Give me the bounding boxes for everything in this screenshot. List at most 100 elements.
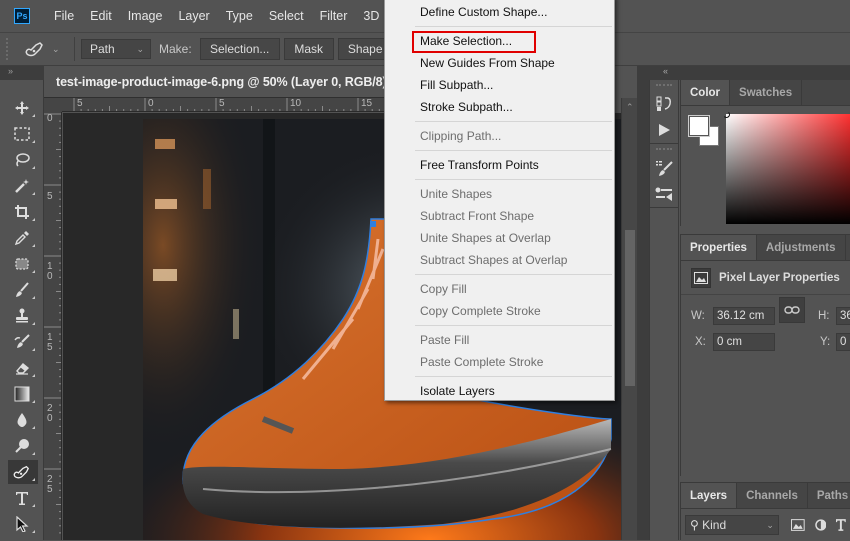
color-picker-cursor[interactable] bbox=[723, 111, 730, 118]
menu-type[interactable]: Type bbox=[218, 9, 261, 23]
magic-wand-icon bbox=[15, 179, 29, 193]
type-tool[interactable] bbox=[0, 485, 44, 511]
link-dimensions-button[interactable] bbox=[779, 297, 805, 323]
options-grip[interactable] bbox=[6, 38, 12, 60]
menu-item-copy-complete-stroke[interactable]: Copy Complete Stroke bbox=[385, 300, 614, 322]
eyedropper-tool[interactable] bbox=[0, 225, 44, 251]
menu-3d[interactable]: 3D bbox=[355, 9, 387, 23]
height-input[interactable]: 36.12 cm bbox=[836, 307, 850, 325]
lasso-tool[interactable] bbox=[0, 147, 44, 173]
tool-preset-picker[interactable]: ⌄ bbox=[24, 40, 68, 58]
highlight-box bbox=[412, 31, 536, 53]
lasso-icon bbox=[16, 153, 30, 167]
menu-item-unite-shapes[interactable]: Unite Shapes bbox=[385, 183, 614, 205]
mode-select[interactable]: Path ⌄ bbox=[81, 39, 151, 59]
brush-tool[interactable] bbox=[0, 277, 44, 303]
tab-channels[interactable]: Channels bbox=[737, 483, 808, 508]
document-title: test-image-product-image-6.png @ 50% (La… bbox=[56, 74, 384, 89]
menu-item-stroke-subpath[interactable]: Stroke Subpath... bbox=[385, 96, 614, 118]
filter-adjustment-icon[interactable] bbox=[814, 519, 827, 531]
menu-item-make-selection[interactable]: Make Selection... bbox=[385, 30, 614, 53]
menu-item-copy-fill[interactable]: Copy Fill bbox=[385, 278, 614, 300]
menu-select[interactable]: Select bbox=[261, 9, 312, 23]
menu-item-new-guides-from-shape[interactable]: New Guides From Shape bbox=[385, 52, 614, 74]
panel-collapse[interactable]: « bbox=[649, 66, 850, 80]
magic-wand-tool[interactable] bbox=[0, 173, 44, 199]
crop-tool[interactable] bbox=[0, 199, 44, 225]
gradient-tool[interactable] bbox=[0, 381, 44, 407]
brush-presets-button[interactable] bbox=[650, 181, 678, 207]
menu-image[interactable]: Image bbox=[120, 9, 171, 23]
eraser-tool[interactable] bbox=[0, 355, 44, 381]
menu-item-label: Paste Fill bbox=[420, 333, 470, 347]
foreground-color-swatch[interactable] bbox=[689, 116, 709, 136]
dodge-tool[interactable] bbox=[0, 433, 44, 459]
gradient-icon bbox=[14, 386, 30, 402]
x-input[interactable]: 0 cm bbox=[713, 333, 775, 351]
pixel-layer-icon bbox=[691, 267, 711, 288]
menu-filter[interactable]: Filter bbox=[312, 9, 356, 23]
menu-item-subtract-shapes-at-overlap[interactable]: Subtract Shapes at Overlap bbox=[385, 249, 614, 271]
path-context-menu: Define Custom Shape... Make Selection... N… bbox=[384, 0, 615, 401]
pen-tool[interactable] bbox=[0, 459, 44, 485]
move-tool[interactable] bbox=[0, 95, 44, 121]
scrollbar-thumb[interactable] bbox=[625, 230, 635, 386]
clone-stamp-icon bbox=[16, 308, 28, 323]
tab-adjustments[interactable]: Adjustments bbox=[757, 235, 846, 260]
vertical-scrollbar[interactable]: ⌃ bbox=[621, 98, 637, 540]
vertical-ruler[interactable]: 0 5 1 0 1 5 2 0 2 5 bbox=[44, 112, 62, 540]
ruler-v-label: 0 bbox=[47, 113, 53, 124]
y-input[interactable]: 0 cm bbox=[836, 333, 850, 351]
make-mask-button[interactable]: Mask bbox=[283, 38, 334, 60]
ruler-v-label: 2 5 bbox=[47, 474, 53, 495]
menu-edit[interactable]: Edit bbox=[82, 9, 120, 23]
stamp-tool[interactable] bbox=[0, 303, 44, 329]
make-selection-button[interactable]: Selection... bbox=[199, 38, 280, 60]
actions-panel-button[interactable] bbox=[650, 117, 678, 143]
layer-filter-kind-select[interactable]: ⚲ Kind ⌄ bbox=[685, 515, 779, 535]
collapsed-panel-dock bbox=[649, 80, 679, 540]
patch-tool[interactable] bbox=[0, 251, 44, 277]
dock-grip[interactable] bbox=[656, 84, 672, 87]
width-input[interactable]: 36.12 cm bbox=[713, 307, 775, 325]
document-tab[interactable]: test-image-product-image-6.png @ 50% (La… bbox=[44, 66, 384, 98]
toolbar-collapse[interactable]: » bbox=[0, 66, 44, 80]
menu-item-free-transform-points[interactable]: Free Transform Points bbox=[385, 154, 614, 176]
horizontal-ruler[interactable]: 5 0 5 10 15 bbox=[62, 98, 384, 112]
menu-file[interactable]: File bbox=[46, 9, 82, 23]
history-brush-tool[interactable] bbox=[0, 329, 44, 355]
dock-grip[interactable] bbox=[656, 148, 672, 151]
path-selection-tool[interactable] bbox=[0, 511, 44, 537]
menu-item-label: Free Transform Points bbox=[420, 158, 539, 172]
menu-item-label: Copy Complete Stroke bbox=[420, 304, 541, 318]
menu-item-define-custom-shape[interactable]: Define Custom Shape... bbox=[385, 1, 614, 23]
menu-item-fill-subpath[interactable]: Fill Subpath... bbox=[385, 74, 614, 96]
menu-item-clipping-path[interactable]: Clipping Path... bbox=[385, 125, 614, 147]
menu-item-subtract-front-shape[interactable]: Subtract Front Shape bbox=[385, 205, 614, 227]
menu-item-paste-fill[interactable]: Paste Fill bbox=[385, 329, 614, 351]
filter-pixel-icon[interactable] bbox=[790, 519, 805, 531]
blur-tool[interactable] bbox=[0, 407, 44, 433]
filter-type-icon[interactable] bbox=[836, 519, 846, 531]
color-panel: Color Swatches bbox=[680, 80, 850, 226]
brush-settings-button[interactable] bbox=[650, 155, 678, 181]
history-panel-button[interactable] bbox=[650, 91, 678, 117]
color-picker-field[interactable] bbox=[726, 114, 850, 224]
eraser-icon bbox=[16, 363, 30, 375]
marquee-tool[interactable] bbox=[0, 121, 44, 147]
menu-item-unite-shapes-at-overlap[interactable]: Unite Shapes at Overlap bbox=[385, 227, 614, 249]
tab-swatches[interactable]: Swatches bbox=[730, 80, 803, 105]
menu-separator bbox=[415, 325, 612, 326]
tab-properties[interactable]: Properties bbox=[681, 235, 757, 260]
tab-color[interactable]: Color bbox=[681, 80, 731, 105]
search-icon: ⚲ bbox=[690, 518, 699, 532]
move-icon bbox=[15, 101, 29, 115]
tab-layers[interactable]: Layers bbox=[681, 483, 738, 508]
ruler-origin[interactable] bbox=[44, 98, 62, 112]
brush-icon bbox=[16, 282, 29, 297]
menu-item-isolate-layers[interactable]: Isolate Layers bbox=[385, 380, 614, 402]
menu-layer[interactable]: Layer bbox=[170, 9, 217, 23]
chevron-up-icon[interactable]: ⌃ bbox=[626, 102, 634, 113]
menu-item-paste-complete-stroke[interactable]: Paste Complete Stroke bbox=[385, 351, 614, 373]
tab-paths[interactable]: Paths bbox=[808, 483, 850, 508]
